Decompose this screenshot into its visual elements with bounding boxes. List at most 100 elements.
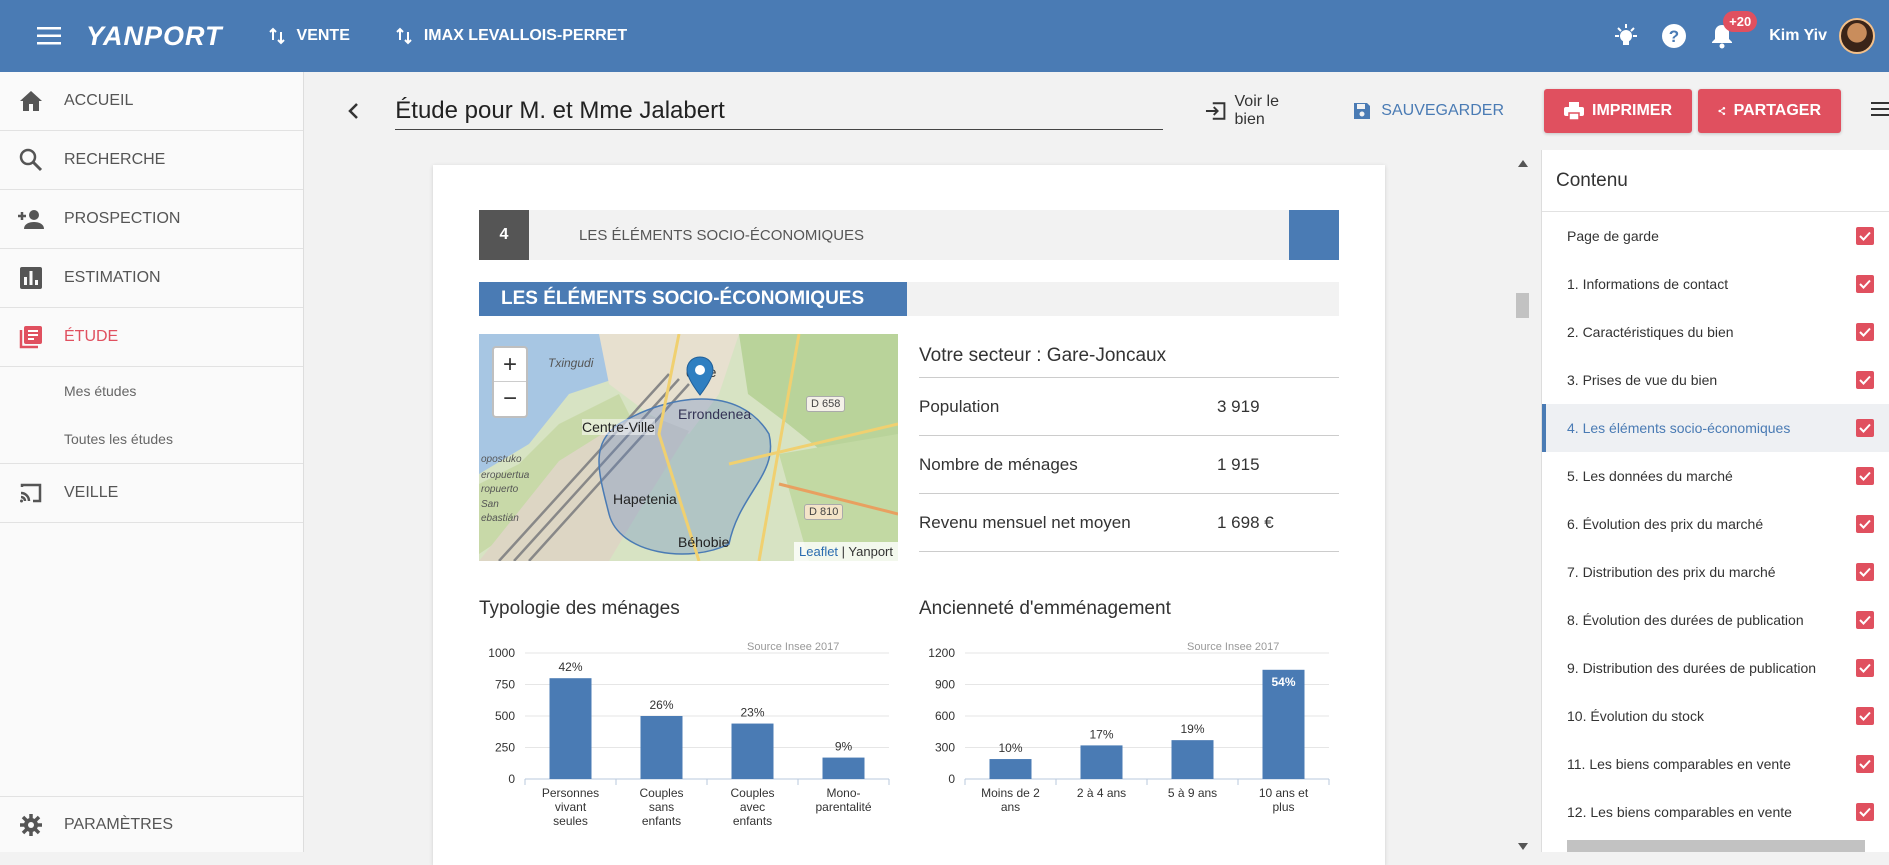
sidebar-sub-mes-etudes[interactable]: Mes études [0,367,303,415]
study-title-input[interactable]: Étude pour M. et Mme Jalabert [395,92,1164,130]
lightbulb-icon[interactable] [1611,21,1641,51]
scroll-down-icon[interactable] [1518,843,1528,850]
voir-le-bien-button[interactable]: Voir le bien [1205,93,1311,129]
sector-stats: Votre secteur : Gare-Joncaux Population … [919,334,1339,552]
sidebar-item-etude[interactable]: ÉTUDE [0,308,303,367]
contents-item[interactable]: 9. Distribution des durées de publicatio… [1542,644,1889,692]
map-label: ropuerto [481,484,519,495]
scroll-up-icon[interactable] [1518,160,1528,167]
data-label: 9% [835,740,853,754]
x-tick-label: Mono- [826,786,860,800]
road-label: D 810 [804,504,844,520]
contents-item[interactable]: 4. Les éléments socio-économiques [1542,404,1889,452]
contents-item[interactable]: 12. Les biens comparables en vente [1542,788,1889,836]
checkbox-checked-icon[interactable] [1856,563,1874,581]
x-tick-label: seules [553,814,588,828]
sidebar-item-estimation[interactable]: ESTIMATION [0,249,303,308]
y-tick-label: 900 [935,678,955,692]
contents-item[interactable]: 7. Distribution des prix du marché [1542,548,1889,596]
checkbox-checked-icon[interactable] [1856,515,1874,533]
map-zoom-control: + − [492,346,528,418]
contents-item[interactable]: 11. Les biens comparables en vente [1542,740,1889,788]
scroll-thumb[interactable] [1516,293,1529,318]
contents-item[interactable]: 5. Les données du marché [1542,452,1889,500]
map-marker-icon[interactable] [686,356,714,396]
checkbox-checked-icon[interactable] [1856,611,1874,629]
contents-hscroll[interactable] [1567,840,1865,852]
x-tick-label: 10 ans et [1259,786,1309,800]
sidebar-item-veille[interactable]: VEILLE [0,464,303,523]
map-attribution: Leaflet | Yanport [794,542,898,561]
nav-agency[interactable]: IMAX LEVALLOIS-PERRET [396,27,627,45]
data-label: 23% [740,706,764,720]
map-zoom-out-button[interactable]: − [494,382,526,416]
x-tick-label: enfants [642,814,681,828]
map-label: eropuertua [481,470,530,481]
share-button[interactable]: PARTAGER [1698,89,1841,133]
checkbox-checked-icon[interactable] [1856,803,1874,821]
notifications-icon[interactable]: +20 [1707,11,1758,51]
x-tick-label: sans [649,800,674,814]
bar [640,716,683,779]
checkbox-checked-icon[interactable] [1856,275,1874,293]
checkbox-checked-icon[interactable] [1856,467,1874,485]
contents-item[interactable]: 6. Évolution des prix du marché [1542,500,1889,548]
checkbox-checked-icon[interactable] [1856,755,1874,773]
y-tick-label: 250 [495,741,515,755]
chart-title: Typologie des ménages [479,598,680,619]
swap-vertical-icon [396,27,412,45]
attribution-text: | Yanport [838,544,893,559]
sidebar-item-parametres[interactable]: PARAMÈTRES [0,796,303,852]
back-icon[interactable] [340,102,365,120]
y-tick-label: 1000 [488,646,515,660]
home-icon [16,90,46,112]
app-logo[interactable]: YANPORT [86,21,223,52]
checkbox-checked-icon[interactable] [1856,227,1874,245]
bar [731,723,774,779]
contents-item[interactable]: Page de garde [1542,212,1889,260]
map-zoom-in-button[interactable]: + [494,348,526,382]
sidebar-item-recherche[interactable]: RECHERCHE [0,131,303,190]
map-label: Txingudi [548,356,594,370]
menu-icon[interactable] [30,21,68,51]
sidebar-item-accueil[interactable]: ACCUEIL [0,72,303,131]
x-tick-label: parentalité [815,800,871,814]
checkbox-checked-icon[interactable] [1856,419,1874,437]
save-button[interactable]: SAUVEGARDER [1353,102,1504,120]
y-tick-label: 750 [495,678,515,692]
data-label: 42% [558,660,582,674]
contents-item-label: 11. Les biens comparables en vente [1567,756,1791,772]
contents-item-label: 7. Distribution des prix du marché [1567,564,1776,580]
swap-vertical-icon [268,27,285,45]
help-icon[interactable]: ? [1659,21,1689,51]
contents-item[interactable]: 2. Caractéristiques du bien [1542,308,1889,356]
more-menu-icon[interactable] [1871,101,1889,121]
bar [1080,745,1123,779]
person-add-icon [16,208,46,230]
print-button[interactable]: IMPRIMER [1544,89,1692,133]
share-icon [1718,106,1726,116]
document-scrollbar[interactable] [1514,150,1530,852]
y-tick-label: 0 [948,772,955,786]
checkbox-checked-icon[interactable] [1856,659,1874,677]
nav-vente[interactable]: VENTE [268,27,350,45]
contents-item[interactable]: 10. Évolution du stock [1542,692,1889,740]
sidebar: ACCUEIL RECHERCHE PROSPECTION ESTIMATION… [0,72,304,852]
checkbox-checked-icon[interactable] [1856,371,1874,389]
contents-item[interactable]: 8. Évolution des durées de publication [1542,596,1889,644]
contents-item[interactable]: 1. Informations de contact [1542,260,1889,308]
map-label: Hapetenia [613,491,677,507]
x-tick-label: 2 à 4 ans [1077,786,1126,800]
data-label: 19% [1180,722,1204,736]
sector-map[interactable]: Txingudi bia Centre-Ville Errondenea day… [479,334,898,561]
sidebar-sub-toutes-etudes[interactable]: Toutes les études [0,415,303,463]
checkbox-checked-icon[interactable] [1856,707,1874,725]
document-area: 4 LES ÉLÉMENTS SOCIO-ÉCONOMIQUES LES ÉLÉ… [305,150,1521,865]
sidebar-item-prospection[interactable]: PROSPECTION [0,190,303,249]
leaflet-link[interactable]: Leaflet [799,544,838,559]
avatar[interactable] [1839,18,1875,54]
checkbox-checked-icon[interactable] [1856,323,1874,341]
sidebar-item-label: PARAMÈTRES [64,815,174,833]
user-name[interactable]: Kim Yiv [1769,27,1827,45]
contents-item[interactable]: 3. Prises de vue du bien [1542,356,1889,404]
